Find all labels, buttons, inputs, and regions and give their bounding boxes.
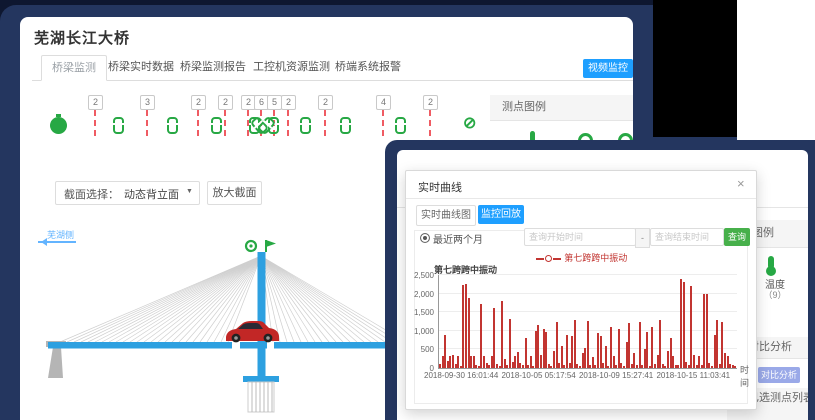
background-window-corner xyxy=(737,0,815,140)
chart-bar xyxy=(509,319,511,368)
chart-bar xyxy=(706,294,708,368)
link-sensor-icon[interactable] xyxy=(211,117,222,134)
page-title: 芜湖长江大桥 xyxy=(34,27,130,48)
chart-bar xyxy=(716,320,718,368)
chart-bar xyxy=(493,308,495,368)
link-sensor-icon[interactable] xyxy=(167,117,178,134)
sensor-drop-line xyxy=(224,110,226,136)
tab-bar: 桥梁监测桥梁实时数据桥梁监测报告工控机资源监测桥端系统报警 xyxy=(32,55,633,81)
sensor-drop-line xyxy=(197,110,199,136)
y-tick-label: 500 xyxy=(406,345,434,354)
y-tick-label: 1,500 xyxy=(406,308,434,317)
thermometer-icon[interactable] xyxy=(768,256,774,269)
sensor-count-badge: 2 xyxy=(318,95,333,110)
chart-bar xyxy=(587,321,589,368)
stopwatch-icon[interactable] xyxy=(50,117,67,134)
link-sensor-icon[interactable] xyxy=(395,117,406,134)
chart-bar xyxy=(556,322,558,369)
chart-bar xyxy=(545,332,547,368)
chart-bar xyxy=(651,327,653,368)
anemometer-icon[interactable] xyxy=(266,240,276,252)
link-sensor-icon[interactable] xyxy=(300,117,311,134)
realtime-curve-dialog: 实时曲线 × 实时曲线图 监控回放 最近两个月 - 查询 第七跨跨中振动 第七跨… xyxy=(405,170,757,410)
x-tick-label: 2018-10-05 05:17:54 xyxy=(501,371,575,380)
sensor-drop-line xyxy=(146,110,148,136)
gps-icon[interactable] xyxy=(246,241,256,251)
search-button[interactable]: 查询 xyxy=(724,228,750,246)
y-tick-label: 2,000 xyxy=(406,290,434,299)
legend-series-name: 第七跨跨中振动 xyxy=(564,253,627,263)
recent-range-label: 最近两个月 xyxy=(433,231,483,246)
link-sensor-icon[interactable] xyxy=(113,117,124,134)
bridge-elevation-drawing xyxy=(20,238,390,420)
x-tick-label: 2018-09-30 16:01:44 xyxy=(424,371,498,380)
sensor-drop-line xyxy=(382,110,384,136)
y-tick-label: 1,000 xyxy=(406,327,434,336)
sensor-count-badge: 2 xyxy=(191,95,206,110)
sensor-drop-line xyxy=(287,110,289,136)
recent-range-radio[interactable] xyxy=(420,233,430,243)
dialog-title: 实时曲线 xyxy=(418,179,462,195)
screenshot-stage: 芜湖长江大桥 桥梁监测桥梁实时数据桥梁监测报告工控机资源监测桥端系统报警 视频监… xyxy=(0,0,815,420)
chart-bar xyxy=(659,320,661,368)
sensor-drop-line xyxy=(429,110,431,136)
bridge-tower xyxy=(258,252,266,378)
close-icon[interactable]: × xyxy=(737,176,745,191)
chart-bar xyxy=(574,320,576,368)
tab-5[interactable]: 桥端系统报警 xyxy=(325,55,411,79)
temperature-count: （9） xyxy=(757,288,793,301)
bridge-deck-left xyxy=(48,342,232,349)
legend-line-icon xyxy=(536,258,544,260)
y-tick-label: 2,500 xyxy=(406,271,434,280)
tab-monitor-playback[interactable]: 监控回放 xyxy=(478,205,524,224)
no-entry-icon[interactable]: ⊘ xyxy=(463,113,476,133)
sensor-count-badge: 2 xyxy=(423,95,438,110)
sensor-count-badge: 2 xyxy=(218,95,233,110)
section-select[interactable]: 截面选择： 动态背立面 ▼ xyxy=(55,181,200,205)
tower-piles xyxy=(248,382,274,412)
tab-realtime-curve[interactable]: 实时曲线图 xyxy=(416,205,476,226)
sensor-count-badge: 5 xyxy=(267,95,282,110)
query-end-input[interactable] xyxy=(650,228,724,246)
video-monitor-button[interactable]: 视频监控 xyxy=(583,59,633,78)
chart-bar xyxy=(683,282,685,368)
chart-bar xyxy=(618,329,620,368)
bridge-cables xyxy=(60,256,390,342)
vibration-chart-plot xyxy=(438,275,737,369)
compare-analysis-button[interactable]: 对比分析 xyxy=(758,367,800,383)
car xyxy=(226,321,279,342)
chart-bar xyxy=(734,366,736,368)
chart-bar xyxy=(501,301,503,368)
chart-bar xyxy=(639,322,641,368)
legend-marker-icon xyxy=(545,255,552,262)
chart-bar xyxy=(605,346,607,368)
x-tick-label: 2018-10-09 15:27:41 xyxy=(579,371,653,380)
bridge-deck-right xyxy=(274,342,390,349)
legend-line-icon xyxy=(553,258,561,260)
legend-panel-title: 测点图例 xyxy=(490,95,633,121)
chevron-down-icon: ▼ xyxy=(186,188,193,195)
sensor-count-badge: 2 xyxy=(88,95,103,110)
range-separator: - xyxy=(635,228,650,248)
link-sensor-icon[interactable] xyxy=(340,117,351,134)
x-axis-title: 时间 xyxy=(740,363,756,389)
chart-bar xyxy=(646,332,648,368)
divider xyxy=(406,198,756,199)
sensor-drop-line xyxy=(324,110,326,136)
chart-bar xyxy=(628,323,630,368)
chart-bar xyxy=(525,338,527,368)
query-start-input[interactable] xyxy=(524,228,636,246)
sensor-drop-line xyxy=(94,110,96,136)
black-gap xyxy=(653,0,737,137)
section-select-value: 动态背立面 xyxy=(124,186,179,202)
section-select-label: 截面选择： xyxy=(64,186,119,202)
sensor-count-badge: 4 xyxy=(376,95,391,110)
tower-foundation-cap xyxy=(243,376,279,382)
zoom-section-button[interactable]: 放大截面 xyxy=(207,181,262,205)
sensor-count-badge: 3 xyxy=(140,95,155,110)
sensor-count-badge: 2 xyxy=(281,95,296,110)
x-tick-label: 2018-10-15 11:03:41 xyxy=(656,371,730,380)
